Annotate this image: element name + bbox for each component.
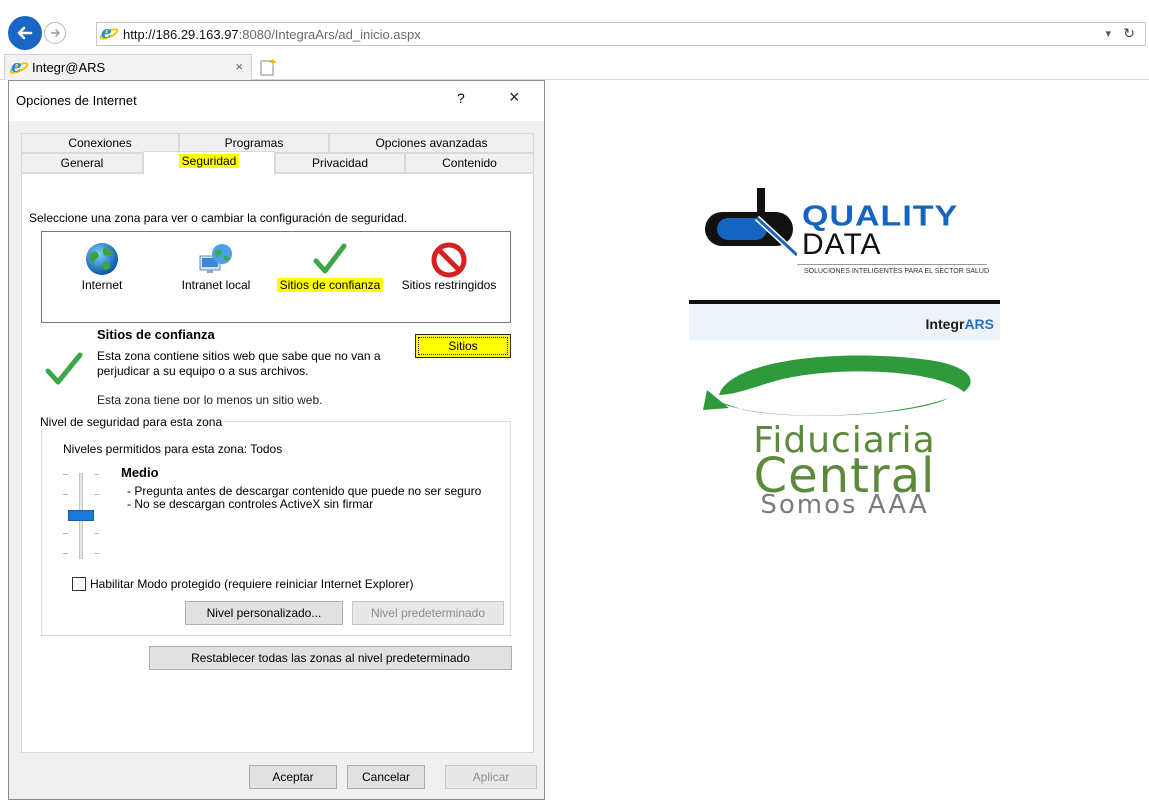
- integrars-logo-text: IntegrARS: [926, 316, 994, 332]
- security-level-slider-thumb[interactable]: [68, 510, 94, 521]
- zone-intranet-label: Intranet local: [181, 278, 251, 292]
- slider-tick: [94, 533, 99, 534]
- tab-opciones-avanzadas[interactable]: Opciones avanzadas: [329, 133, 534, 153]
- apply-button[interactable]: Aplicar: [445, 765, 537, 789]
- tab-privacidad[interactable]: Privacidad: [275, 153, 405, 173]
- allowed-levels-text: Niveles permitidos para esta zona: Todos: [63, 442, 283, 456]
- back-button[interactable]: [8, 16, 42, 50]
- slider-tick: [63, 533, 68, 534]
- tab-close-icon[interactable]: ×: [235, 59, 243, 74]
- new-tab-button[interactable]: [258, 57, 278, 77]
- default-level-button[interactable]: Nivel predeterminado: [352, 601, 504, 625]
- prohibited-icon: [431, 242, 467, 278]
- forward-arrow-icon: [51, 29, 60, 37]
- selected-zone-check-icon: [45, 352, 83, 385]
- close-button[interactable]: ×: [509, 87, 520, 108]
- dialog-titlebar: Opciones de Internet ? ×: [9, 81, 544, 121]
- zone-list[interactable]: Internet Intranet local Sitios de confia…: [41, 231, 511, 323]
- sites-button[interactable]: Sitios: [415, 334, 511, 358]
- quality-data-tagline: SOLUCIONES INTELIGENTES PARA EL SECTOR S…: [804, 268, 990, 275]
- tab-seguridad[interactable]: Seguridad: [143, 151, 275, 175]
- fiduciaria-central-logo: Fiduciaria Central Somos AAA: [689, 340, 1000, 520]
- zone-prompt: Seleccione una zona para ver o cambiar l…: [29, 211, 408, 225]
- zone-intranet-local[interactable]: Intranet local: [162, 232, 270, 322]
- browser-tab[interactable]: e Integr@ARS ×: [4, 54, 252, 80]
- level-line: - No se descargan controles ActiveX sin …: [127, 497, 374, 511]
- reset-all-zones-button[interactable]: Restablecer todas las zonas al nivel pre…: [149, 646, 512, 670]
- selected-zone-note: Esta zona tiene por lo menos un sitio we…: [97, 393, 323, 404]
- tab-favicon-icon: e: [8, 57, 30, 77]
- browser-tab-strip: e Integr@ARS ×: [0, 54, 1149, 80]
- tab-conexiones[interactable]: Conexiones: [21, 133, 179, 153]
- data-word: DATA: [802, 228, 882, 261]
- zone-sitios-de-confianza[interactable]: Sitios de confianza: [270, 232, 390, 322]
- address-bar-row: e http://186.29.163.97:8080/IntegraArs/a…: [0, 0, 1149, 54]
- zone-sitios-restringidos[interactable]: Sitios restringidos: [390, 232, 508, 322]
- slider-tick: [63, 494, 68, 495]
- fiduciaria-swoosh-icon: [703, 355, 971, 416]
- integrars-prefix: Integr: [925, 316, 965, 332]
- zone-confianza-label: Sitios de confianza: [270, 278, 390, 292]
- zone-internet[interactable]: Internet: [52, 232, 152, 322]
- tab-programas[interactable]: Programas: [179, 133, 329, 153]
- url-text[interactable]: http://186.29.163.97:8080/IntegraArs/ad_…: [123, 27, 421, 42]
- selected-zone-name: Sitios de confianza: [97, 327, 215, 342]
- globe-icon: [86, 243, 118, 275]
- protected-mode-label[interactable]: Habilitar Modo protegido (requiere reini…: [90, 577, 413, 591]
- selected-zone-description: Esta zona contiene sitios web que sabe q…: [97, 349, 381, 378]
- tab-title: Integr@ARS: [32, 60, 106, 75]
- security-level-description: - Pregunta antes de descargar contenido …: [121, 485, 501, 511]
- internet-options-dialog: Opciones de Internet ? × Conexiones Prog…: [8, 80, 545, 800]
- ok-button[interactable]: Aceptar: [249, 765, 337, 789]
- checkmark-icon: [313, 243, 347, 274]
- protected-mode-checkbox[interactable]: [72, 577, 86, 591]
- somos-aaa-slogan: Somos AAA: [760, 490, 929, 520]
- slider-tick: [94, 474, 99, 475]
- tagline-divider: [797, 264, 987, 265]
- network-globe-icon: [199, 244, 232, 273]
- tab-general[interactable]: General: [21, 153, 143, 173]
- refresh-icon[interactable]: ↻: [1123, 25, 1135, 42]
- quality-data-logo: QUALITY DATA SOLUCIONES INTELIGENTES PAR…: [697, 180, 997, 300]
- quality-data-mark-icon: [705, 188, 797, 258]
- security-level-legend: Nivel de seguridad para esta zona: [38, 415, 225, 429]
- tab-contenido[interactable]: Contenido: [405, 153, 534, 173]
- custom-level-button[interactable]: Nivel personalizado...: [185, 601, 343, 625]
- zone-restringidos-label: Sitios restringidos: [401, 278, 497, 292]
- new-tab-icon: [260, 58, 277, 76]
- tab-seguridad-label: Seguridad: [178, 154, 240, 168]
- integrars-suffix: ARS: [964, 316, 994, 332]
- security-level-name: Medio: [121, 465, 159, 480]
- zone-internet-label: Internet: [81, 278, 123, 292]
- back-arrow-icon: [17, 26, 33, 40]
- help-button[interactable]: ?: [457, 90, 465, 106]
- slider-tick: [63, 474, 68, 475]
- slider-tick: [94, 494, 99, 495]
- ie-page-icon: e: [98, 23, 120, 43]
- dialog-title: Opciones de Internet: [16, 93, 137, 108]
- address-dropdown-icon[interactable]: ▾: [1105, 27, 1111, 40]
- integrars-banner: IntegrARS: [689, 300, 1000, 340]
- address-input[interactable]: e http://186.29.163.97:8080/IntegraArs/a…: [96, 22, 1146, 46]
- cancel-button[interactable]: Cancelar: [347, 765, 425, 789]
- slider-tick: [94, 553, 99, 554]
- forward-button[interactable]: [44, 22, 66, 44]
- slider-tick: [63, 553, 68, 554]
